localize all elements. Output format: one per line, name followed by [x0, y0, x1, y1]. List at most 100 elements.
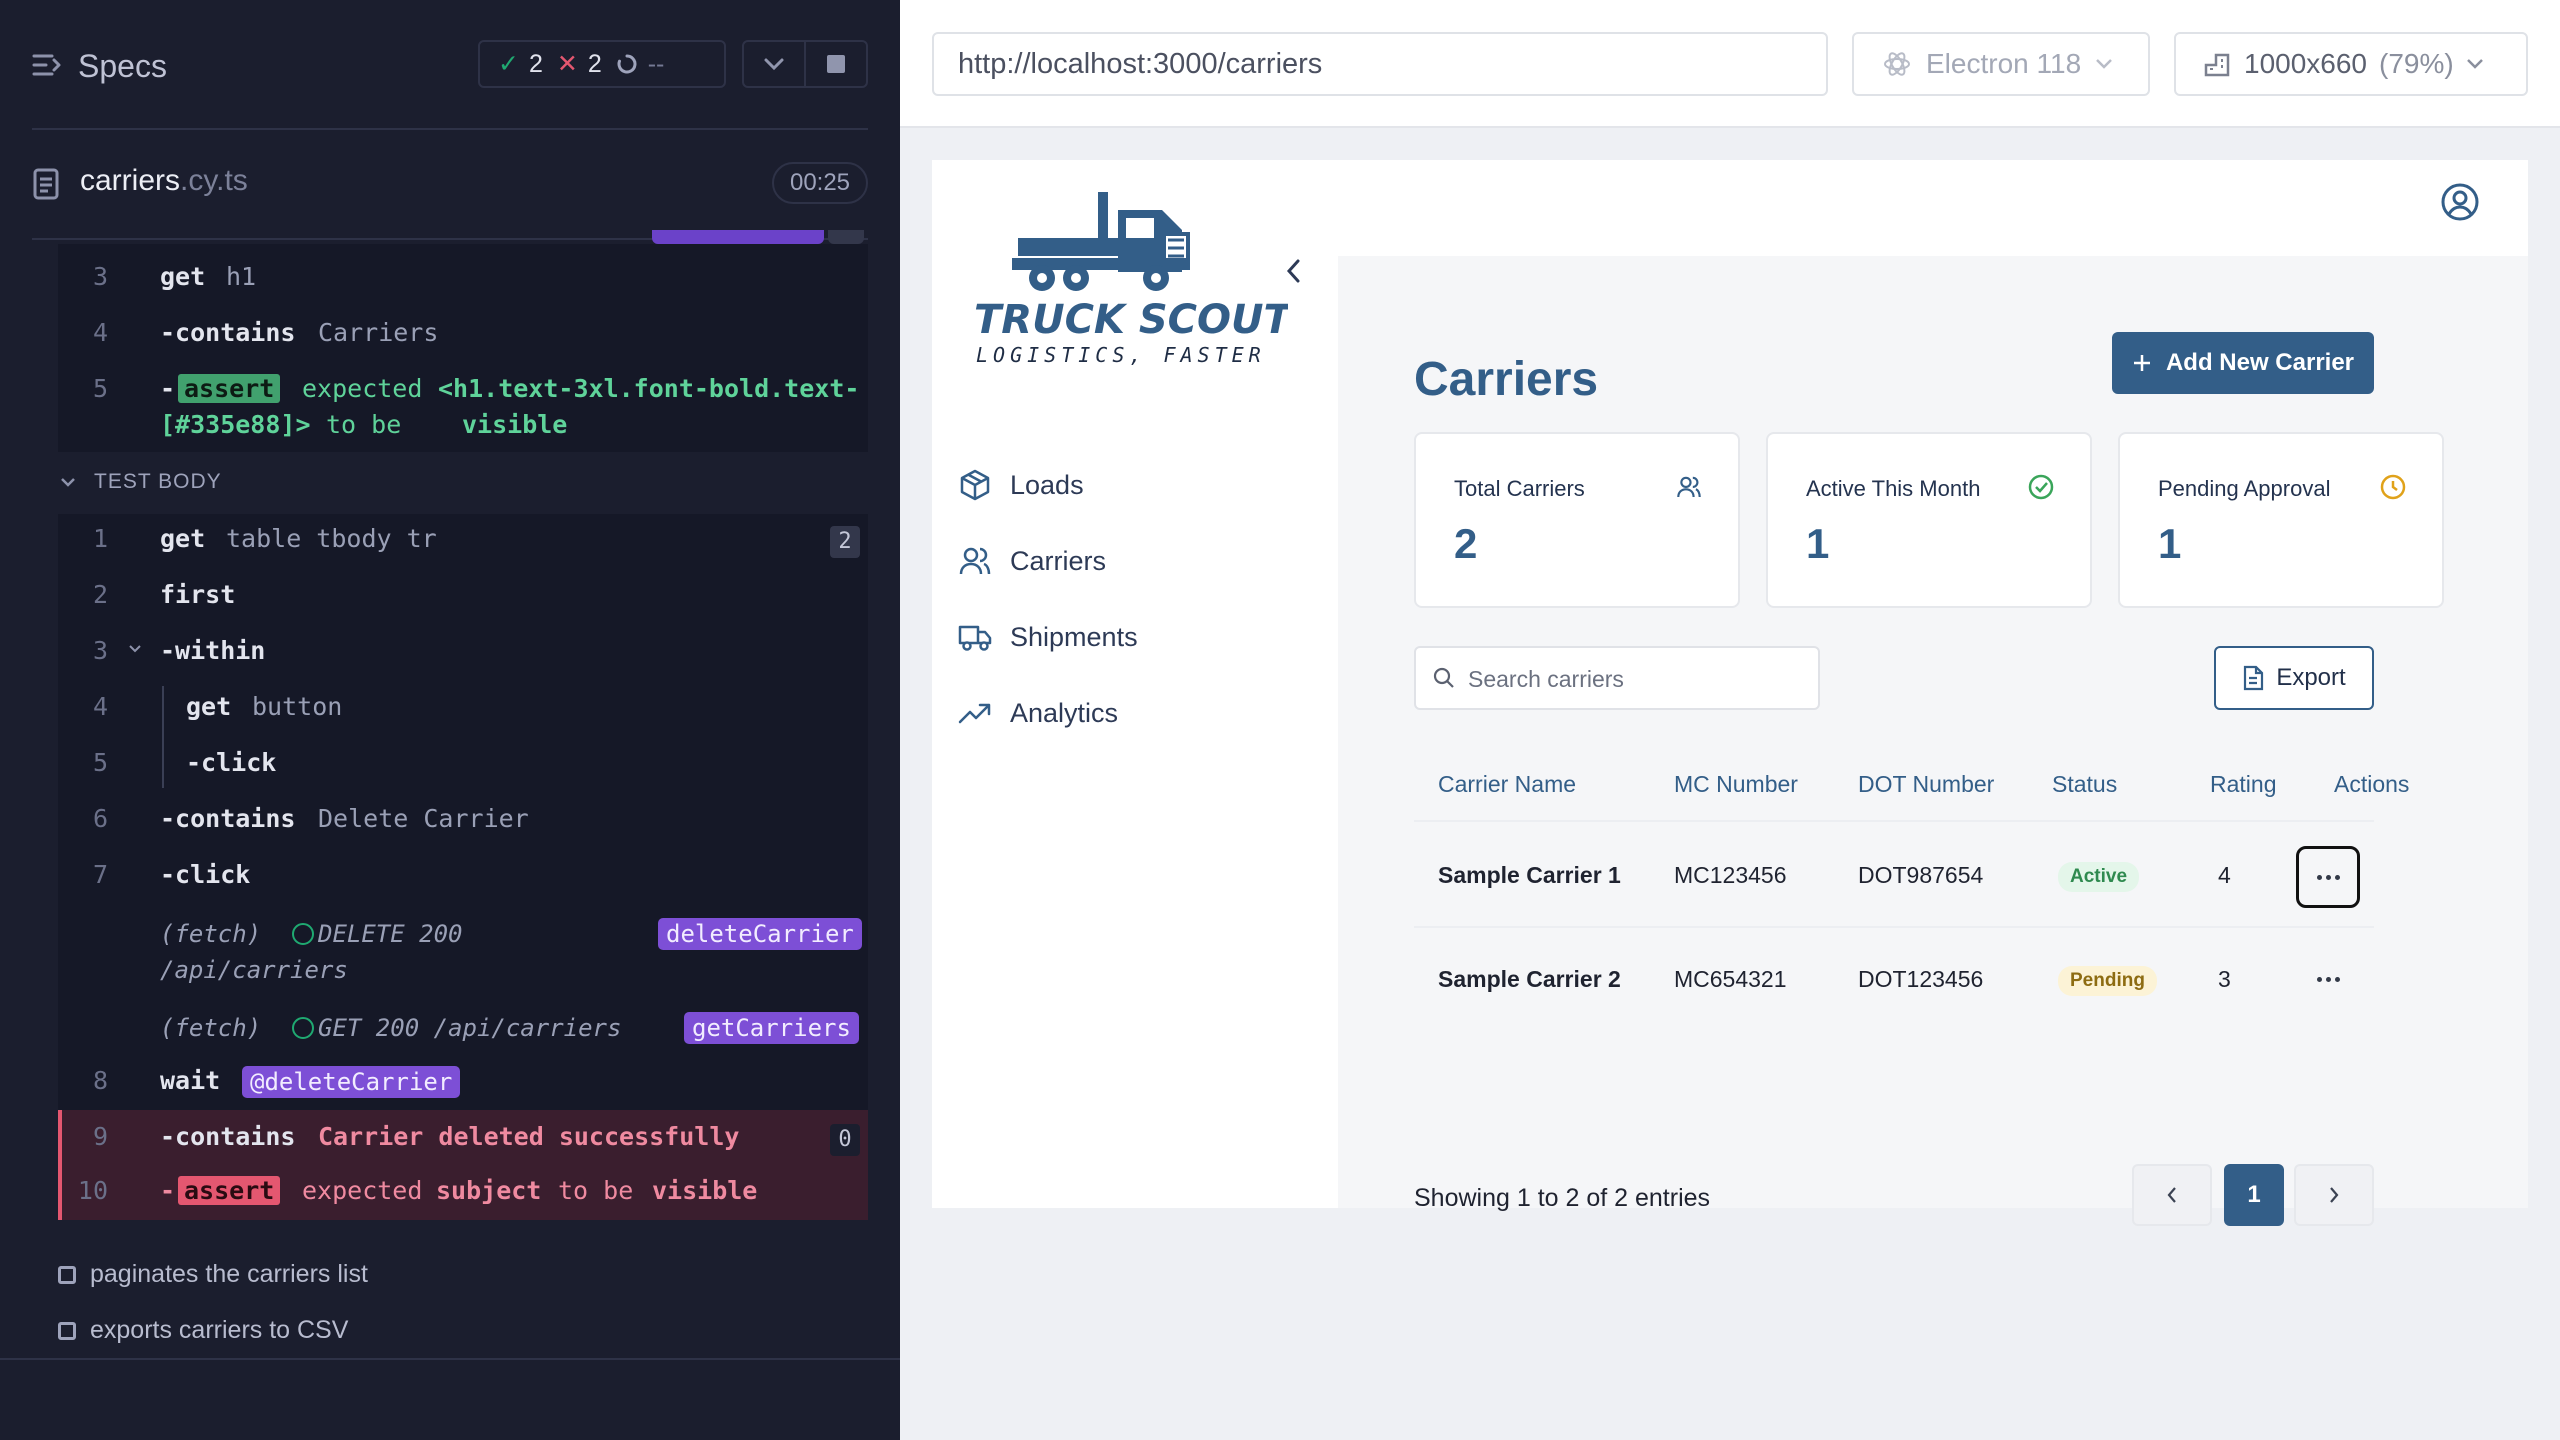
runner-header: Specs ✓ 2 ✕ 2 -- — [0, 0, 900, 130]
command-row[interactable]: 1 get table tbody tr 2 — [58, 524, 868, 580]
export-button[interactable]: Export — [2214, 646, 2374, 710]
stop-icon — [827, 55, 845, 73]
chevron-right-icon — [2330, 1187, 2339, 1203]
alias-tab — [652, 230, 824, 244]
alias-badge[interactable]: @deleteCarrier — [242, 1066, 461, 1098]
command-row[interactable]: 3 get h1 — [58, 262, 868, 318]
stat-card-pending-approval: Pending Approval 1 — [2118, 432, 2444, 608]
alias-badge[interactable]: getCarriers — [684, 1012, 859, 1044]
app-sidebar: TRUCK SCOUT LOGISTICS, FASTER Loads Carr… — [932, 160, 1338, 1208]
trending-icon — [958, 703, 991, 724]
viewport-selector[interactable]: 1000x660 (79%) — [2174, 32, 2528, 96]
pending-test-icon — [58, 1321, 76, 1340]
check-circle-icon — [2028, 474, 2054, 500]
users-icon — [1677, 476, 1701, 498]
mc-number-cell: MC123456 — [1674, 862, 1787, 888]
carrier-name-cell: Sample Carrier 1 — [1438, 862, 1621, 888]
header-divider — [32, 128, 868, 130]
browser-toolbar: http://localhost:3000/carriers Electron … — [900, 0, 2560, 128]
failed-command-assert[interactable]: 10 - assert expected subject to be visib… — [58, 1176, 868, 1232]
next-page-button[interactable] — [2294, 1164, 2374, 1226]
chevron-down-icon — [764, 58, 784, 71]
chevron-down-icon — [2096, 59, 2113, 69]
document-icon — [33, 168, 59, 200]
url-bar[interactable]: http://localhost:3000/carriers — [932, 32, 1828, 96]
page-button-current[interactable]: 1 — [2224, 1164, 2284, 1226]
column-header[interactable]: DOT Number — [1858, 771, 1994, 798]
chevron-down-icon — [2466, 59, 2483, 69]
pending-spinner-icon — [617, 54, 637, 74]
command-row[interactable]: 5 -click — [58, 748, 868, 804]
passed-check-icon: ✓ — [498, 50, 519, 78]
chevron-left-icon — [2167, 1187, 2176, 1203]
passed-count: 2 — [528, 49, 543, 78]
svg-text:LOGISTICS, FASTER: LOGISTICS, FASTER — [976, 343, 1266, 367]
app-main-content: Carriers Add New Carrier Total Carriers … — [1338, 256, 2528, 1226]
assert-command-row[interactable]: 5 - assert expected <h1.text-3xl.font-bo… — [58, 374, 868, 450]
failed-command-contains[interactable]: 9 -contains Carrier deleted successfully… — [58, 1122, 868, 1178]
stat-card-active-this-month: Active This Month 1 — [1766, 432, 2092, 608]
carrier-name-cell: Sample Carrier 2 — [1438, 966, 1621, 992]
status-circle-icon — [292, 923, 314, 945]
command-row[interactable]: 6 -contains Delete Carrier — [58, 804, 868, 860]
spec-file-row: carriers.cy.ts 00:25 — [0, 150, 900, 216]
browser-selector[interactable]: Electron 118 — [1852, 32, 2150, 96]
column-header[interactable]: Carrier Name — [1438, 771, 1576, 798]
nav-item-shipments[interactable]: Shipments — [958, 620, 1138, 654]
element-count-badge: 0 — [830, 1124, 860, 1156]
element-count-badge: 2 — [830, 526, 860, 558]
mc-number-cell: MC654321 — [1674, 966, 1787, 992]
column-header[interactable]: MC Number — [1674, 771, 1798, 798]
command-row[interactable]: 7 -click — [58, 860, 868, 916]
run-duration: 00:25 — [772, 162, 868, 204]
fetch-log-row[interactable]: (fetch) DELETE 200 /api/carriers deleteC… — [58, 918, 868, 994]
command-row[interactable]: 4 get button — [58, 692, 868, 748]
truck-scout-logo[interactable]: TRUCK SCOUT LOGISTICS, FASTER — [968, 178, 1293, 373]
nav-item-analytics[interactable]: Analytics — [958, 696, 1118, 730]
table-row-divider — [1414, 926, 2374, 928]
pending-test[interactable]: paginates the carriers list — [58, 1260, 368, 1289]
row-actions-button[interactable] — [2296, 948, 2360, 1010]
column-header[interactable]: Actions — [2334, 771, 2409, 798]
alias-badge[interactable]: deleteCarrier — [658, 918, 862, 950]
app-frame: TRUCK SCOUT LOGISTICS, FASTER Loads Carr… — [932, 160, 2528, 1226]
stop-button[interactable] — [806, 42, 866, 86]
failed-x-icon: ✕ — [556, 50, 578, 78]
app-header — [1338, 160, 2528, 256]
specs-label[interactable]: Specs — [78, 48, 167, 85]
chevron-down-icon[interactable] — [128, 644, 142, 654]
column-header[interactable]: Status — [2052, 771, 2117, 798]
run-controls — [742, 40, 868, 88]
truck-icon — [958, 625, 992, 651]
fetch-log-row[interactable]: (fetch) GET 200 /api/carriers getCarrier… — [58, 1012, 868, 1068]
row-actions-button[interactable] — [2296, 846, 2360, 908]
table-header-divider — [1414, 820, 2374, 822]
column-header[interactable]: Rating — [2210, 771, 2276, 798]
previous-page-button[interactable] — [2132, 1164, 2212, 1226]
section-test-body[interactable]: TEST BODY — [94, 470, 222, 494]
command-row[interactable]: 3 -within — [58, 636, 868, 692]
nav-item-carriers[interactable]: Carriers — [958, 544, 1106, 578]
nav-item-loads[interactable]: Loads — [958, 468, 1084, 502]
command-row[interactable]: 4 -contains Carriers — [58, 318, 868, 374]
stat-card-total-carriers: Total Carriers 2 — [1414, 432, 1740, 608]
pending-test-icon — [58, 1265, 76, 1284]
rating-cell: 4 — [2218, 862, 2231, 888]
collapse-all-button[interactable] — [744, 42, 806, 86]
page-title: Carriers — [1414, 353, 1599, 406]
plus-icon — [2133, 355, 2150, 371]
add-new-carrier-button[interactable]: Add New Carrier — [2112, 332, 2374, 394]
search-icon — [1433, 667, 1454, 688]
specs-list-icon[interactable] — [32, 50, 62, 80]
search-carriers-input[interactable]: Search carriers — [1414, 646, 1820, 710]
spec-file-name[interactable]: carriers.cy.ts — [80, 164, 248, 198]
clock-icon — [2380, 474, 2406, 500]
panel-divider — [0, 1358, 900, 1360]
pending-test[interactable]: exports carriers to CSV — [58, 1316, 348, 1345]
status-badge: Pending — [2058, 966, 2157, 996]
chevron-down-icon[interactable] — [60, 476, 76, 488]
collapse-sidebar-chevron-icon[interactable] — [1284, 256, 1304, 286]
user-avatar-icon[interactable] — [2440, 182, 2480, 222]
command-row[interactable]: 2 first — [58, 580, 868, 636]
svg-text:TRUCK SCOUT: TRUCK SCOUT — [974, 297, 1288, 343]
